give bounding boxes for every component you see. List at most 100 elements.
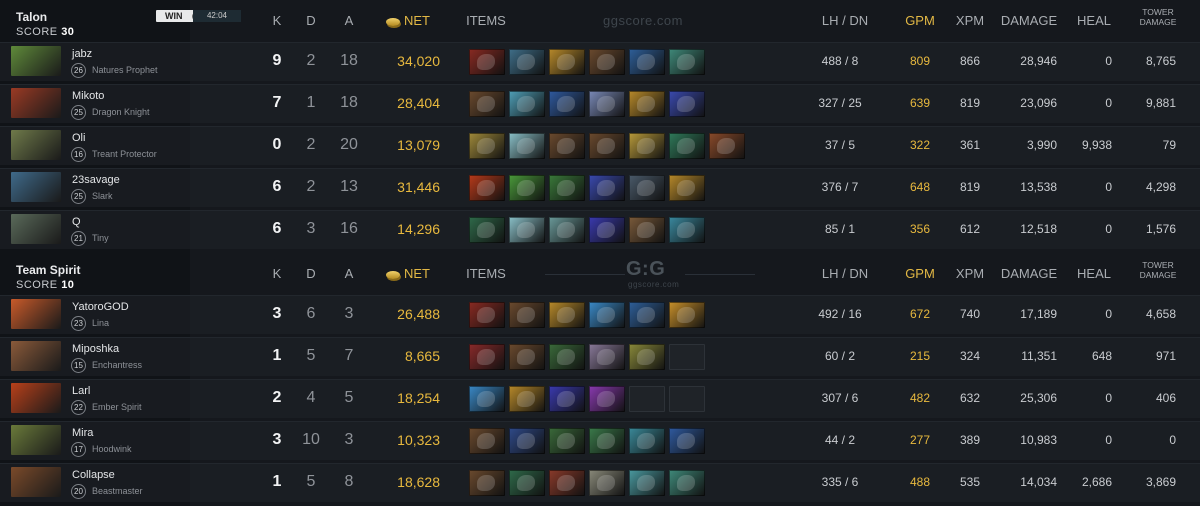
item-icon[interactable] — [549, 217, 585, 243]
item-icon[interactable] — [549, 175, 585, 201]
item-icon[interactable] — [629, 344, 665, 370]
assists-value: 8 — [344, 473, 354, 490]
player-row[interactable]: Larl 22 Ember Spirit 2 4 5 18,254 307 / 6 482 632… — [0, 379, 1200, 418]
player-name[interactable]: jabz — [72, 48, 92, 60]
item-icon[interactable] — [549, 49, 585, 75]
item-icon[interactable] — [589, 470, 625, 496]
player-row[interactable]: Mikoto 25 Dragon Knight 7 1 18 28,404 327 / 25 6… — [0, 84, 1200, 123]
item-icon[interactable] — [589, 49, 625, 75]
item-icon[interactable] — [589, 302, 625, 328]
item-icon[interactable] — [669, 470, 705, 496]
item-icon[interactable] — [669, 49, 705, 75]
player-row[interactable]: Oli 16 Treant Protector 0 2 20 13,079 37 / 5 322… — [0, 126, 1200, 165]
damage-value: 14,034 — [1020, 475, 1057, 489]
item-icon[interactable] — [669, 302, 705, 328]
item-icon[interactable] — [469, 91, 505, 117]
hero-portrait[interactable] — [11, 172, 61, 202]
item-icon[interactable] — [589, 133, 625, 159]
player-row[interactable]: jabz 26 Natures Prophet 9 2 18 34,020 488 / 8 80… — [0, 42, 1200, 81]
item-icon[interactable] — [509, 133, 545, 159]
item-icon[interactable] — [469, 428, 505, 454]
hero-portrait[interactable] — [11, 467, 61, 497]
item-icon[interactable] — [509, 302, 545, 328]
item-icon[interactable] — [509, 428, 545, 454]
hero-portrait[interactable] — [11, 341, 61, 371]
player-name[interactable]: Mikoto — [72, 90, 104, 102]
assists-value: 3 — [344, 431, 354, 448]
hero-portrait[interactable] — [11, 214, 61, 244]
item-icon[interactable] — [509, 470, 545, 496]
player-row[interactable]: 23savage 25 Slark 6 2 13 31,446 376 / 7 648 819 13… — [0, 168, 1200, 207]
col-header-damage: DAMAGE — [1000, 13, 1058, 28]
item-icon[interactable] — [509, 49, 545, 75]
kills-value: 3 — [272, 305, 282, 322]
item-icon[interactable] — [589, 175, 625, 201]
item-icon[interactable] — [589, 91, 625, 117]
item-icon[interactable] — [629, 175, 665, 201]
player-row[interactable]: YatoroGOD 23 Lina 3 6 3 26,488 492 / 16 672 740 17… — [0, 295, 1200, 334]
item-icon[interactable] — [709, 133, 745, 159]
item-icon[interactable] — [509, 91, 545, 117]
item-icon[interactable] — [469, 49, 505, 75]
player-name[interactable]: Collapse — [72, 469, 115, 481]
net-worth-value: 18,628 — [397, 474, 440, 490]
kills-value: 7 — [272, 94, 282, 111]
item-icon[interactable] — [549, 302, 585, 328]
item-icon[interactable] — [469, 470, 505, 496]
item-icon[interactable] — [669, 217, 705, 243]
item-icon[interactable] — [669, 133, 705, 159]
item-icon[interactable] — [469, 133, 505, 159]
item-icon[interactable] — [509, 344, 545, 370]
item-icon[interactable] — [629, 428, 665, 454]
item-icon[interactable] — [469, 386, 505, 412]
player-name[interactable]: Mira — [72, 427, 93, 439]
hero-portrait[interactable] — [11, 425, 61, 455]
item-icon[interactable] — [669, 91, 705, 117]
player-row[interactable]: Mira 17 Hoodwink 3 10 3 10,323 44 / 2 277 389 10,9… — [0, 421, 1200, 460]
item-icon[interactable] — [549, 91, 585, 117]
item-icon[interactable] — [589, 428, 625, 454]
player-name[interactable]: 23savage — [72, 174, 120, 186]
item-icon[interactable] — [469, 302, 505, 328]
item-icon[interactable] — [629, 217, 665, 243]
player-name[interactable]: YatoroGOD — [72, 301, 129, 313]
player-name[interactable]: Q — [72, 216, 81, 228]
player-name[interactable]: Miposhka — [72, 343, 119, 355]
item-icon[interactable] — [469, 217, 505, 243]
lasthits-denies-value: 327 / 25 — [818, 96, 862, 110]
item-icon[interactable] — [589, 217, 625, 243]
hero-portrait[interactable] — [11, 299, 61, 329]
item-icon[interactable] — [549, 386, 585, 412]
item-icon[interactable] — [469, 344, 505, 370]
heal-value: 0 — [1105, 96, 1112, 110]
item-icon[interactable] — [549, 428, 585, 454]
hero-portrait[interactable] — [11, 46, 61, 76]
player-name[interactable]: Oli — [72, 132, 85, 144]
hero-portrait[interactable] — [11, 383, 61, 413]
item-icon[interactable] — [669, 428, 705, 454]
item-icon[interactable] — [509, 175, 545, 201]
item-icon[interactable] — [629, 470, 665, 496]
item-icon[interactable] — [549, 470, 585, 496]
item-icon[interactable] — [629, 49, 665, 75]
item-icon[interactable] — [629, 133, 665, 159]
item-icon[interactable] — [549, 344, 585, 370]
hero-portrait[interactable] — [11, 88, 61, 118]
player-row[interactable]: Q 21 Tiny 6 3 16 14,296 85 / 1 356 612 12,518 0 1,57… — [0, 210, 1200, 249]
item-icon[interactable] — [549, 133, 585, 159]
player-row[interactable]: Miposhka 15 Enchantress 1 5 7 8,665 60 / 2 215 32… — [0, 337, 1200, 376]
team-header-radiant: Talon SCORE 30 WIN 42:04 K D A NET ITEMS… — [0, 0, 1200, 42]
item-icon[interactable] — [669, 175, 705, 201]
item-icon[interactable] — [509, 386, 545, 412]
heal-value: 648 — [1091, 349, 1112, 363]
hero-portrait[interactable] — [11, 130, 61, 160]
item-icon[interactable] — [629, 91, 665, 117]
col-header-xpm: XPM — [955, 13, 985, 28]
item-icon[interactable] — [589, 386, 625, 412]
item-icon[interactable] — [589, 344, 625, 370]
item-icon[interactable] — [629, 302, 665, 328]
player-name[interactable]: Larl — [72, 385, 90, 397]
item-icon[interactable] — [509, 217, 545, 243]
player-row[interactable]: Collapse 20 Beastmaster 1 5 8 18,628 335 / 6 488… — [0, 463, 1200, 502]
item-icon[interactable] — [469, 175, 505, 201]
